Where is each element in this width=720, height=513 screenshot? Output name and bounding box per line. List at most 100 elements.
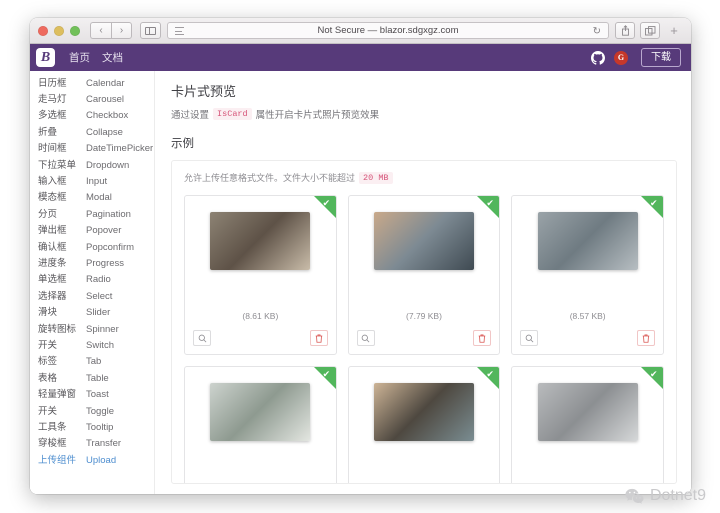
share-button[interactable] (615, 22, 635, 39)
sidebar-item-transfer[interactable]: 穿梭框 Transfer (30, 436, 154, 452)
file-size-label: (7.79 KB) (406, 311, 442, 321)
address-bar[interactable]: Not Secure — blazor.sdgxgz.com ↻ (167, 22, 609, 39)
sidebar-item-label-en: Tooltip (86, 421, 114, 433)
file-size-label: (8.57 KB) (569, 311, 606, 321)
sidebar-item-datetimepicker[interactable]: 时间框 DateTimePicker (30, 141, 154, 157)
sidebar-toggle-button[interactable] (140, 22, 161, 39)
delete-file-button[interactable] (473, 330, 492, 346)
check-icon: ✔ (322, 198, 331, 208)
delete-file-button[interactable] (309, 330, 328, 346)
reader-view-icon[interactable] (175, 27, 184, 35)
gitee-icon[interactable]: G (614, 50, 628, 65)
sidebar-item-table[interactable]: 表格 Table (30, 370, 154, 386)
nav-item-docs[interactable]: 文档 (102, 50, 123, 65)
sidebar-item-label-cn: 走马灯 (38, 94, 67, 106)
sidebar-item-label-cn: 开关 (38, 405, 58, 417)
image-thumbnail[interactable] (210, 383, 311, 441)
nav-item-home[interactable]: 首页 (69, 50, 90, 65)
upload-card[interactable]: ✔ (8.61 KB) (184, 195, 337, 355)
upload-card[interactable]: ✔ (184, 366, 337, 483)
upload-success-corner: ✔ (477, 196, 500, 218)
upload-card[interactable]: ✔ (8.57 KB) (511, 195, 664, 355)
sidebar-item-pagination[interactable]: 分页 Pagination (30, 206, 154, 222)
sidebar-nav[interactable]: 日历框 Calendar 走马灯 Carousel 多选框 Checkbox 折叠 Colla… (30, 71, 155, 494)
thumbnail-wrapper (357, 204, 492, 272)
sidebar-item-spinner[interactable]: 旋转图标 Spinner (30, 321, 154, 337)
magnify-icon (198, 334, 206, 342)
sidebar-item-label-en: Switch (86, 339, 114, 351)
sidebar-item-calendar[interactable]: 日历框 Calendar (30, 75, 154, 91)
sidebar-item-carousel[interactable]: 走马灯 Carousel (30, 91, 154, 107)
sidebar-item-label-cn: 折叠 (38, 126, 58, 138)
sidebar-item-dropdown[interactable]: 下拉菜单 Dropdown (30, 157, 154, 173)
image-thumbnail[interactable] (210, 212, 311, 270)
sidebar-item-label-cn: 工具条 (38, 421, 67, 433)
file-size-label: (8.61 KB) (242, 311, 279, 321)
check-icon: ✔ (650, 369, 658, 379)
sidebar-item-label-cn: 轻量弹窗 (38, 389, 77, 401)
upload-success-corner: ✔ (641, 367, 663, 389)
page-description: 通过设置 IsCard 属性开启卡片式照片预览效果 (171, 107, 677, 121)
forward-button[interactable]: › (111, 22, 132, 39)
sidebar-item-label-cn: 进度条 (38, 258, 67, 269)
upload-card[interactable]: ✔ (511, 366, 664, 483)
zoom-preview-button[interactable] (356, 330, 375, 346)
upload-success-corner: ✔ (313, 196, 336, 218)
sidebar-item-toggle[interactable]: 开关 Toggle (30, 403, 154, 419)
sidebar-item-label-en: Checkbox (86, 110, 129, 122)
image-thumbnail[interactable] (373, 383, 474, 441)
sidebar-item-label-cn: 时间框 (38, 143, 67, 155)
upload-success-corner: ✔ (641, 196, 663, 218)
sidebar-item-switch[interactable]: 开关 Switch (30, 337, 154, 353)
header-actions: G 下载 (591, 48, 681, 67)
trash-icon (642, 334, 650, 343)
sidebar-item-label-en: Dropdown (86, 159, 130, 171)
thumbnail-wrapper (193, 204, 328, 272)
sidebar-item-label-cn: 确认框 (38, 241, 67, 253)
image-thumbnail[interactable] (537, 383, 638, 441)
zoom-preview-button[interactable] (520, 330, 539, 346)
sidebar-item-collapse[interactable]: 折叠 Collapse (30, 124, 154, 140)
sidebar-item-tooltip[interactable]: 工具条 Tooltip (30, 419, 154, 435)
upload-card[interactable]: ✔ (347, 366, 501, 483)
url-text: Not Secure — blazor.sdgxgz.com (317, 25, 459, 36)
upload-card-grid-row-2: ✔ ✔ ✔ (184, 366, 664, 483)
sidebar-item-progress[interactable]: 进度条 Progress (30, 255, 154, 271)
sidebar-item-label-en: Modal (86, 192, 112, 204)
new-tab-button[interactable]: + (665, 23, 683, 38)
show-tabs-button[interactable] (640, 22, 660, 39)
image-thumbnail[interactable] (537, 212, 638, 270)
sidebar-item-label-cn: 模态框 (38, 192, 67, 204)
sidebar-item-radio[interactable]: 单选框 Radio (30, 272, 154, 288)
sidebar-item-popover[interactable]: 弹出框 Popover (30, 223, 154, 239)
app-logo[interactable]: B (36, 48, 55, 67)
sidebar-item-popconfirm[interactable]: 确认框 Popconfirm (30, 239, 154, 255)
minimize-window-button[interactable] (54, 25, 64, 36)
sidebar-item-upload[interactable]: 上传组件 Upload (30, 452, 154, 468)
upload-card[interactable]: ✔ (7.79 KB) (347, 195, 501, 355)
sidebar-item-toast[interactable]: 轻量弹窗 Toast (30, 386, 154, 402)
upload-card-grid-row-1: ✔ (8.61 KB) ✔ (7.79 KB) ✔ (8.57 KB) (184, 195, 664, 355)
sidebar-item-modal[interactable]: 模态框 Modal (30, 190, 154, 206)
download-button[interactable]: 下载 (641, 48, 681, 67)
sidebar-item-label-en: Select (86, 290, 113, 302)
sidebar-item-slider[interactable]: 滑块 Slider (30, 304, 154, 320)
reload-icon[interactable]: ↻ (593, 26, 601, 37)
delete-file-button[interactable] (637, 330, 655, 346)
zoom-window-button[interactable] (70, 25, 80, 36)
sidebar-item-label-cn: 分页 (38, 208, 58, 220)
sidebar-item-label-en: DateTimePicker (86, 143, 154, 155)
sidebar-item-label-en: Slider (86, 307, 111, 319)
zoom-preview-button[interactable] (193, 330, 211, 346)
sidebar-item-checkbox[interactable]: 多选框 Checkbox (30, 108, 154, 124)
image-thumbnail[interactable] (373, 212, 474, 270)
sidebar-item-tab[interactable]: 标签 Tab (30, 354, 154, 370)
sidebar-item-label-en: Calendar (86, 77, 125, 89)
github-icon[interactable] (591, 50, 605, 65)
app-header: B 首页 文档 G 下载 (30, 44, 691, 71)
sidebar-item-input[interactable]: 输入框 Input (30, 173, 154, 189)
sidebar-item-label-cn: 单选框 (38, 274, 67, 286)
close-window-button[interactable] (38, 25, 48, 36)
back-button[interactable]: ‹ (90, 22, 111, 39)
sidebar-item-select[interactable]: 选择器 Select (30, 288, 154, 304)
